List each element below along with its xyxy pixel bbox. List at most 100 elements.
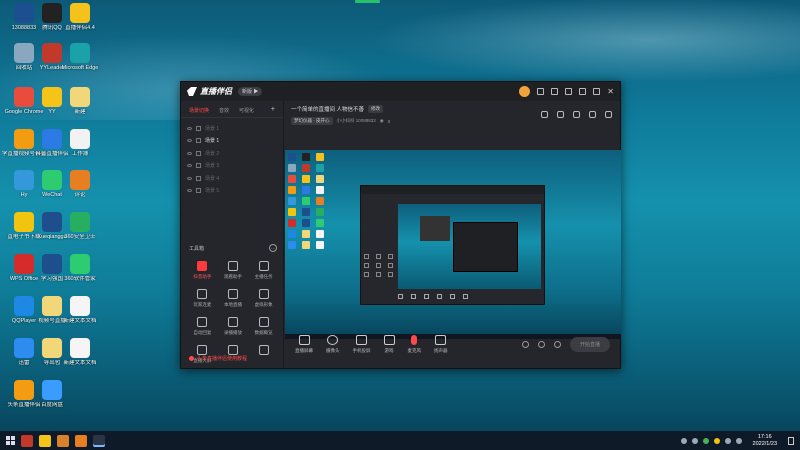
preview-icon xyxy=(288,153,296,161)
tray-mic-icon[interactable] xyxy=(691,437,698,444)
eye-icon[interactable] xyxy=(187,126,192,130)
edit-room-button[interactable]: 修改 xyxy=(368,105,384,113)
clock[interactable]: 17:16 2022/1/23 xyxy=(753,434,777,448)
gift-icon[interactable] xyxy=(541,111,548,118)
minimize-icon[interactable] xyxy=(579,88,587,95)
scene-item[interactable]: 场景 4 xyxy=(185,172,279,185)
scene-item[interactable]: 场景 1 xyxy=(185,122,279,135)
taskbar-live-icon[interactable] xyxy=(39,434,51,447)
left-panel: 场景切换 音效 可视化 + 场景 1 场景 1 场景 2 场景 3 场景 4 场景 5 工… xyxy=(181,101,284,368)
room-category-chip[interactable]: 梦幻仪器 · 皮开心 xyxy=(291,117,333,125)
windows-taskbar: 17:16 2022/1/23 xyxy=(0,431,800,450)
tray-expand-icon[interactable] xyxy=(680,437,687,444)
tool-item[interactable] xyxy=(248,345,279,364)
scene-item[interactable]: 场景 1 xyxy=(185,135,279,148)
preview-icon xyxy=(302,197,310,205)
tool-item[interactable]: 观看助手 xyxy=(218,261,249,280)
eye-icon[interactable] xyxy=(187,139,192,143)
tool-item[interactable]: 自动回复 xyxy=(187,317,218,336)
tray-app-icon[interactable] xyxy=(713,437,720,444)
tab-sound[interactable]: 音效 xyxy=(219,107,229,114)
app-logo-icon xyxy=(187,87,197,96)
room-title: 一个简单的直播间 人物信不善 xyxy=(291,107,365,113)
maximize-icon[interactable] xyxy=(593,88,601,95)
message-icon[interactable] xyxy=(537,88,545,95)
desktop-icon-label: 工作簿 xyxy=(71,151,89,157)
game-button[interactable]: 游戏 xyxy=(383,334,395,354)
eye-icon[interactable] xyxy=(187,189,192,193)
phone-cast-button[interactable]: 手机投屏 xyxy=(353,334,371,354)
taskbar-yy-icon[interactable] xyxy=(21,434,33,447)
start-live-button[interactable]: 开始直播 xyxy=(569,336,610,352)
scene-item[interactable]: 场景 2 xyxy=(185,147,279,160)
tool-item[interactable]: 抖音助手 xyxy=(187,261,218,280)
preview-icon xyxy=(302,241,310,249)
version-badge[interactable]: 新版 ▶ xyxy=(238,87,263,96)
close-icon[interactable]: ✕ xyxy=(607,87,614,96)
left-tabs: 场景切换 音效 可视化 + xyxy=(181,101,283,118)
eye-icon[interactable] xyxy=(187,151,192,155)
speaker-button[interactable]: 扬声器 xyxy=(434,334,448,354)
desktop-icon[interactable]: 新建文本文档 xyxy=(58,296,102,325)
taskbar-app2-icon[interactable] xyxy=(75,434,87,447)
tool-item[interactable]: 虚拟形象 xyxy=(248,289,279,308)
camera-button[interactable]: 摄像头 xyxy=(326,334,340,354)
tool-item[interactable]: 本地直播 xyxy=(218,289,249,308)
tool-item[interactable]: 录播播放 xyxy=(218,317,249,336)
add-scene-icon[interactable]: + xyxy=(271,106,275,114)
user-avatar[interactable] xyxy=(519,86,531,97)
tool-item[interactable]: 数据概览 xyxy=(248,317,279,336)
tab-scene-switch[interactable]: 场景切换 xyxy=(189,107,209,114)
desktop-icon[interactable]: 360安全卫士 xyxy=(58,212,102,241)
microphone-button[interactable]: 麦克风 xyxy=(408,334,421,354)
desktop-icon[interactable]: 360软件管家 xyxy=(58,254,102,283)
settings-icon[interactable] xyxy=(551,88,559,95)
toolbox-title: 工具箱 xyxy=(189,245,205,252)
eye-icon[interactable] xyxy=(187,176,192,180)
desktop-icon[interactable]: 工作簿 xyxy=(58,129,102,158)
screen-capture-button[interactable]: 直播屏幕 xyxy=(295,334,313,354)
desktop-icon[interactable]: 评论 xyxy=(58,170,102,199)
tray-network-icon[interactable] xyxy=(724,437,731,444)
tool-label: 录播播放 xyxy=(223,330,242,335)
desktop-icon[interactable]: 直播伴侣4.4 xyxy=(58,3,102,32)
bell-icon[interactable] xyxy=(589,111,596,118)
app-icon xyxy=(70,170,90,190)
stream-preview[interactable] xyxy=(285,150,621,339)
tab-visual[interactable]: 可视化 xyxy=(239,107,254,114)
clock-date: 2022/1/23 xyxy=(752,440,777,447)
tutorial-link[interactable]: 头条直播伴侣使用教程 xyxy=(189,355,247,362)
title-bar[interactable]: 直播伴侣 新版 ▶ ✕ xyxy=(181,82,620,101)
record-icon[interactable] xyxy=(521,340,529,348)
preview-icon xyxy=(302,164,310,172)
preview-toggle-icon[interactable] xyxy=(537,340,545,348)
eye-icon[interactable] xyxy=(187,164,192,168)
phone-icon xyxy=(356,334,367,345)
more-tools-icon[interactable]: … xyxy=(269,244,277,252)
desktop-icon[interactable]: 新建文本文档 xyxy=(58,338,102,367)
preview-icon xyxy=(288,186,296,194)
preview-icon xyxy=(316,153,324,161)
scene-item[interactable]: 场景 5 xyxy=(185,185,279,198)
tool-item[interactable]: 主播任务 xyxy=(248,261,279,280)
speaker-icon xyxy=(435,334,447,345)
data-icon[interactable] xyxy=(573,111,580,118)
taskbar-active-window[interactable] xyxy=(93,434,105,447)
start-menu-icon[interactable] xyxy=(6,436,15,445)
gear-icon[interactable] xyxy=(553,340,561,348)
tray-volume-icon[interactable] xyxy=(735,437,742,444)
desktop-icon[interactable]: 新建 xyxy=(58,87,102,116)
app-name: 直播伴侣 xyxy=(200,87,232,96)
desktop-icon[interactable]: 百度网盘 xyxy=(30,380,74,409)
taskbar-app-icon[interactable] xyxy=(57,434,69,447)
tool-item[interactable]: 玩家连麦 xyxy=(187,289,218,308)
scene-item[interactable]: 场景 3 xyxy=(185,160,279,173)
chat-icon[interactable] xyxy=(557,111,564,118)
notification-icon[interactable] xyxy=(788,436,794,445)
game-label: 游戏 xyxy=(384,347,394,353)
share-icon[interactable] xyxy=(605,111,612,118)
menu-icon[interactable] xyxy=(565,88,573,95)
app-logo: 直播伴侣 xyxy=(187,86,232,97)
tray-wechat-icon[interactable] xyxy=(702,437,709,444)
desktop-icon[interactable]: Microsoft Edge xyxy=(58,43,102,72)
